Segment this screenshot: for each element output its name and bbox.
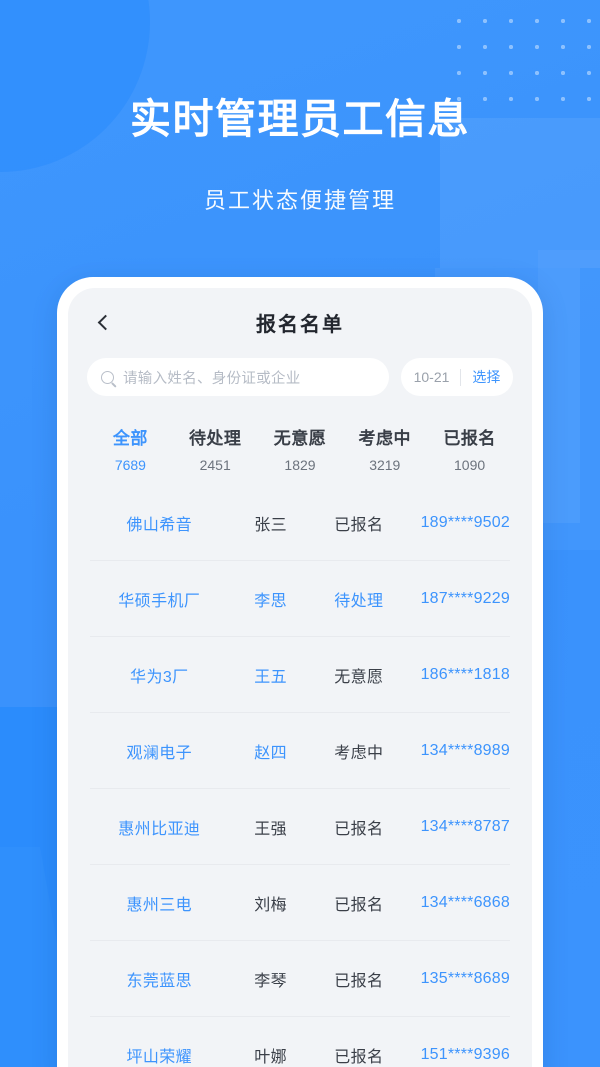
promo-screen: 实时管理员工信息 员工状态便捷管理 报名名单 请输入姓名、身份证或企业 10-2…	[0, 0, 600, 1067]
tab-count: 2451	[199, 457, 231, 473]
cell-company: 坪山荣耀	[126, 1049, 193, 1066]
table-row[interactable]: 惠州三电 刘梅 已报名 134****6868	[90, 865, 510, 941]
cell-company: 华硕手机厂	[118, 592, 201, 610]
tab-4[interactable]: 已报名 1090	[427, 424, 512, 473]
cell-phone: 134****8989	[420, 741, 510, 759]
search-placeholder: 请输入姓名、身份证或企业	[123, 370, 301, 387]
app-navbar: 报名名单	[68, 288, 532, 356]
table-row[interactable]: 坪山荣耀 叶娜 已报名 151****9396	[90, 1017, 510, 1067]
page-subtitle: 员工状态便捷管理	[203, 188, 396, 214]
table-row[interactable]: 观澜电子 赵四 考虑中 134****8989	[90, 713, 510, 789]
cell-phone: 151****9396	[420, 1046, 510, 1063]
tab-1[interactable]: 待处理 2451	[173, 424, 258, 473]
tab-label: 考虑中	[358, 429, 412, 448]
table-row[interactable]: 佛山希音 张三 已报名 189****9502	[90, 485, 510, 561]
tab-label: 无意愿	[273, 429, 327, 448]
tab-3[interactable]: 考虑中 3219	[342, 424, 427, 473]
search-icon	[101, 370, 114, 384]
date-value: 10-21	[413, 369, 450, 385]
cell-status: 待处理	[334, 592, 384, 610]
cell-status: 已报名	[334, 972, 384, 990]
cell-name: 赵四	[254, 744, 287, 762]
tab-label: 全部	[112, 429, 148, 448]
cell-company: 惠州三电	[126, 896, 193, 914]
cell-phone: 187****9229	[420, 589, 510, 607]
phone-mockup: 报名名单 请输入姓名、身份证或企业 10-21 选择 全部 7689 待处理 2451…	[57, 277, 543, 1067]
cell-phone: 186****1818	[420, 665, 510, 683]
applicant-table: 佛山希音 张三 已报名 189****9502 华硕手机厂 李思 待处理 187****922…	[68, 485, 532, 1067]
cell-name: 叶娜	[254, 1049, 287, 1066]
cell-status: 已报名	[334, 1049, 384, 1066]
hero-block: 实时管理员工信息 员工状态便捷管理	[0, 96, 600, 215]
cell-name: 王五	[254, 668, 287, 686]
cell-phone: 135****8689	[420, 969, 510, 987]
table-row[interactable]: 华为3厂 王五 无意愿 186****1818	[90, 637, 510, 713]
cell-phone: 134****8787	[420, 817, 510, 835]
table-row[interactable]: 华硕手机厂 李思 待处理 187****9229	[90, 561, 510, 637]
filter-bar: 请输入姓名、身份证或企业 10-21 选择	[68, 358, 532, 396]
cell-company: 观澜电子	[126, 744, 193, 762]
cell-status: 已报名	[334, 820, 384, 838]
date-select-button[interactable]: 选择	[461, 367, 500, 387]
tab-count: 3219	[369, 457, 401, 473]
table-row[interactable]: 东莞蓝思 李琴 已报名 135****8689	[90, 941, 510, 1017]
table-row[interactable]: 惠州比亚迪 王强 已报名 134****8787	[90, 789, 510, 865]
cell-status: 无意愿	[334, 668, 384, 686]
status-tabs: 全部 7689 待处理 2451 无意愿 1829 考虑中 3219 已报名 1090	[68, 404, 532, 473]
cell-name: 张三	[254, 516, 287, 534]
decorative-rect-right	[538, 250, 600, 550]
cell-company: 华为3厂	[130, 668, 189, 686]
cell-name: 王强	[254, 820, 287, 838]
phone-screen: 报名名单 请输入姓名、身份证或企业 10-21 选择 全部 7689 待处理 2451…	[68, 288, 532, 1067]
app-title: 报名名单	[256, 313, 344, 336]
cell-name: 李思	[254, 592, 287, 610]
cell-status: 已报名	[334, 516, 384, 534]
tab-count: 7689	[114, 457, 146, 473]
cell-company: 佛山希音	[126, 516, 193, 534]
tab-label: 已报名	[443, 429, 496, 448]
cell-phone: 134****6868	[420, 893, 510, 911]
cell-company: 惠州比亚迪	[118, 820, 201, 838]
cell-phone: 189****9502	[420, 513, 510, 531]
cell-status: 考虑中	[334, 744, 384, 762]
cell-company: 东莞蓝思	[126, 972, 193, 990]
tab-2[interactable]: 无意愿 1829	[258, 424, 343, 473]
tab-0[interactable]: 全部 7689	[88, 424, 173, 473]
cell-name: 李琴	[254, 972, 287, 990]
tab-count: 1829	[284, 457, 316, 473]
date-filter[interactable]: 10-21 选择	[401, 358, 513, 396]
page-title: 实时管理员工信息	[130, 96, 470, 142]
cell-name: 刘梅	[254, 896, 287, 914]
search-input[interactable]: 请输入姓名、身份证或企业	[87, 358, 389, 396]
cell-status: 已报名	[334, 896, 384, 914]
tab-count: 1090	[454, 457, 486, 473]
tab-label: 待处理	[188, 429, 242, 448]
